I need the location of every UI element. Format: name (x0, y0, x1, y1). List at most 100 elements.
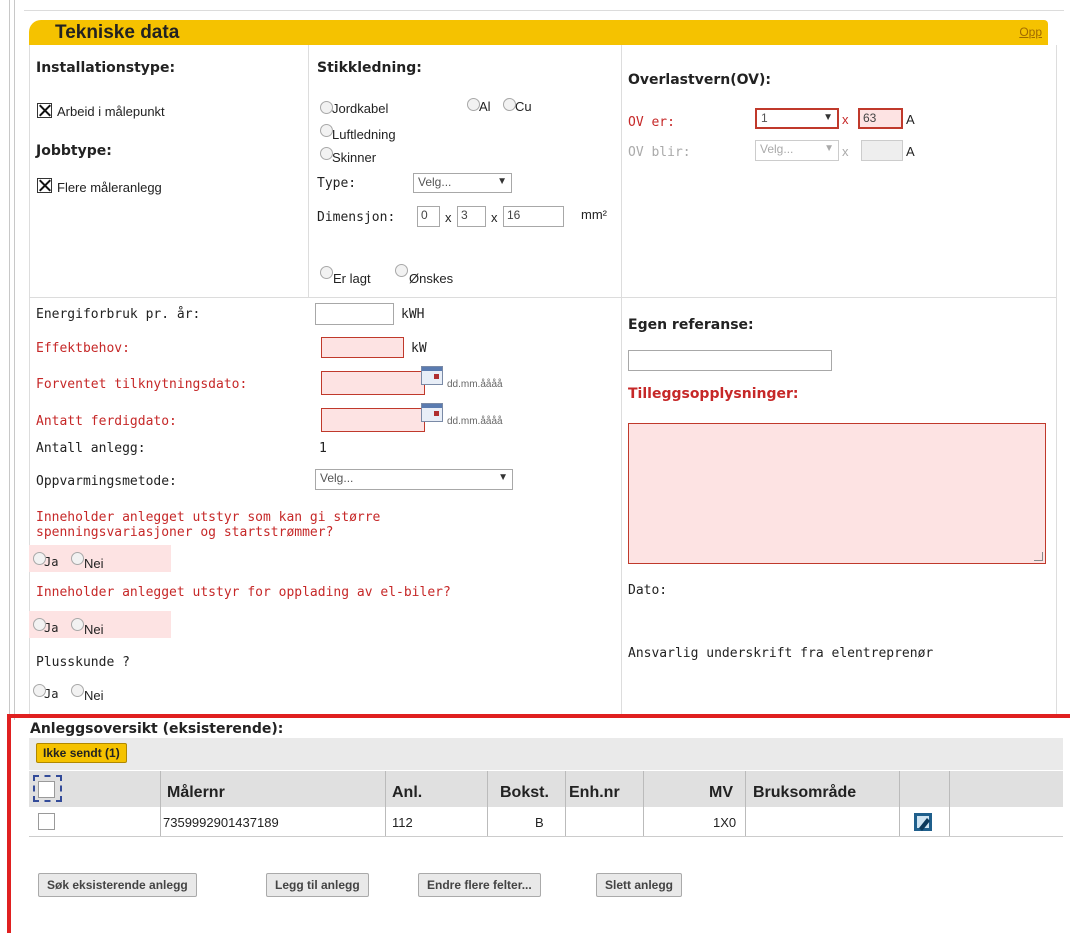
forbruk-label: Energiforbruk pr. år: (36, 307, 201, 322)
cell-bokst: B (535, 815, 544, 830)
ferdig-date-input[interactable] (321, 408, 425, 432)
question-plusskunde: Plusskunde ? (36, 655, 130, 670)
er-lagt-label: Er lagt (333, 271, 371, 286)
chevron-down-icon: ▼ (497, 176, 507, 187)
date-format-hint: dd.mm.åååå (447, 416, 503, 427)
dim-input-1[interactable]: 0 (417, 206, 440, 227)
ov-er-value: 1 (761, 111, 768, 125)
q3-nei-radio[interactable] (71, 684, 84, 697)
ov-amp-input[interactable]: 63 (858, 108, 903, 129)
forbruk-unit: kWH (401, 307, 425, 322)
x-separator: x (842, 112, 849, 127)
col-enhnr[interactable]: Enh.nr (569, 784, 620, 802)
ov-er-label: OV er: (628, 115, 675, 130)
oppv-select[interactable]: Velg... ▼ (315, 469, 513, 490)
x-separator: x (491, 210, 498, 225)
dim-input-3[interactable]: 16 (503, 206, 564, 227)
row-divider (29, 297, 1056, 298)
col-malernr[interactable]: Målernr (167, 784, 225, 802)
q2-nei-radio[interactable] (71, 618, 84, 631)
arbeid-label: Arbeid i målepunkt (57, 104, 165, 119)
x-separator: x (445, 210, 452, 225)
cell-malernr: 7359992901437189 (163, 815, 279, 830)
oppv-value: Velg... (320, 471, 354, 485)
chevron-down-icon: ▼ (824, 143, 834, 154)
calendar-icon[interactable] (421, 366, 443, 385)
sok-eksisterende-button[interactable]: Søk eksisterende anlegg (38, 873, 197, 897)
tillegg-heading: Tilleggsopplysninger: (628, 386, 799, 402)
legg-til-button[interactable]: Legg til anlegg (266, 873, 369, 897)
x-separator: x (842, 144, 849, 159)
forbruk-input[interactable] (315, 303, 394, 325)
antall-label: Antall anlegg: (36, 441, 146, 456)
cell-anl: 112 (392, 815, 413, 830)
al-label: Al (479, 99, 491, 114)
ov-heading: Overlastvern(OV): (628, 72, 771, 88)
effekt-unit: kW (411, 341, 427, 356)
cell-mv: 1X0 (713, 815, 737, 830)
frame-line (14, 0, 15, 720)
highlight-border-top (7, 714, 1070, 718)
amp-unit: A (906, 144, 915, 159)
section-header: Tekniske data Opp (29, 20, 1048, 45)
col-divider (621, 45, 622, 715)
calendar-icon[interactable] (421, 403, 443, 422)
edit-icon[interactable] (913, 812, 935, 832)
ov-blir-amp-input[interactable] (861, 140, 903, 161)
ferdig-label: Antatt ferdigdato: (36, 414, 177, 429)
col-bokst[interactable]: Bokst. (500, 784, 549, 802)
top-link[interactable]: Opp (1019, 25, 1042, 39)
chevron-down-icon: ▼ (823, 112, 833, 123)
type-select[interactable]: Velg... ▼ (413, 173, 512, 193)
resize-grip-icon[interactable] (1034, 552, 1043, 561)
col-mv[interactable]: MV (709, 784, 733, 802)
dimensjon-label: Dimensjon: (317, 210, 396, 225)
ov-blir-label: OV blir: (628, 145, 691, 160)
type-select-value: Velg... (418, 175, 452, 189)
select-all-checkbox[interactable] (38, 781, 55, 798)
tab-ikke-sendt[interactable]: Ikke sendt (1) (36, 743, 127, 763)
flere-label: Flere måleranlegg (57, 180, 162, 195)
q1-nei-radio[interactable] (71, 552, 84, 565)
highlight-border-left (7, 714, 11, 933)
q2-ja-label: Ja (44, 621, 59, 635)
row-checkbox[interactable] (38, 813, 55, 830)
egen-ref-input[interactable] (628, 350, 832, 371)
ansvarlig-label: Ansvarlig underskrift fra elentreprenør (628, 646, 934, 661)
q1-ja-label: Ja (44, 555, 59, 569)
installation-heading: Installationstype: (36, 60, 176, 76)
col-divider (308, 45, 309, 297)
ov-blir-value: Velg... (760, 142, 794, 156)
tilk-date-input[interactable] (321, 371, 425, 395)
ov-blir-select[interactable]: Velg... ▼ (755, 140, 839, 161)
frame-line (9, 0, 10, 720)
endre-felter-button[interactable]: Endre flere felter... (418, 873, 541, 897)
onskes-radio[interactable] (395, 264, 408, 277)
q3-nei-label: Nei (84, 688, 104, 703)
q1-nei-label: Nei (84, 556, 104, 571)
chevron-down-icon: ▼ (498, 472, 508, 483)
onskes-label: Ønskes (409, 271, 454, 286)
dim-input-2[interactable]: 3 (457, 206, 486, 227)
amp-unit: A (906, 112, 915, 127)
overview-heading: Anleggsoversikt (eksisterende): (30, 721, 284, 737)
col-bruksomrade[interactable]: Bruksområde (753, 784, 856, 802)
col-anl[interactable]: Anl. (392, 784, 422, 802)
flere-checkbox[interactable] (37, 178, 52, 193)
top-divider (24, 10, 1064, 11)
effekt-input[interactable] (321, 337, 404, 358)
dato-label: Dato: (628, 583, 668, 598)
luftledning-label: Luftledning (332, 127, 396, 142)
oppv-label: Oppvarmingsmetode: (36, 474, 177, 489)
cu-label: Cu (515, 99, 532, 114)
slett-button[interactable]: Slett anlegg (596, 873, 683, 897)
question-elbil: Inneholder anlegget utstyr for opplading… (36, 585, 451, 600)
tilk-label: Forventet tilknytningsdato: (36, 377, 248, 392)
er-lagt-radio[interactable] (320, 266, 333, 279)
q3-ja-label: Ja (44, 687, 59, 701)
tillegg-textarea[interactable] (628, 423, 1046, 564)
antall-value: 1 (319, 441, 327, 456)
arbeid-checkbox[interactable] (37, 103, 52, 118)
ov-er-select[interactable]: 1 ▼ (755, 108, 839, 129)
unit-label: mm² (581, 207, 607, 222)
